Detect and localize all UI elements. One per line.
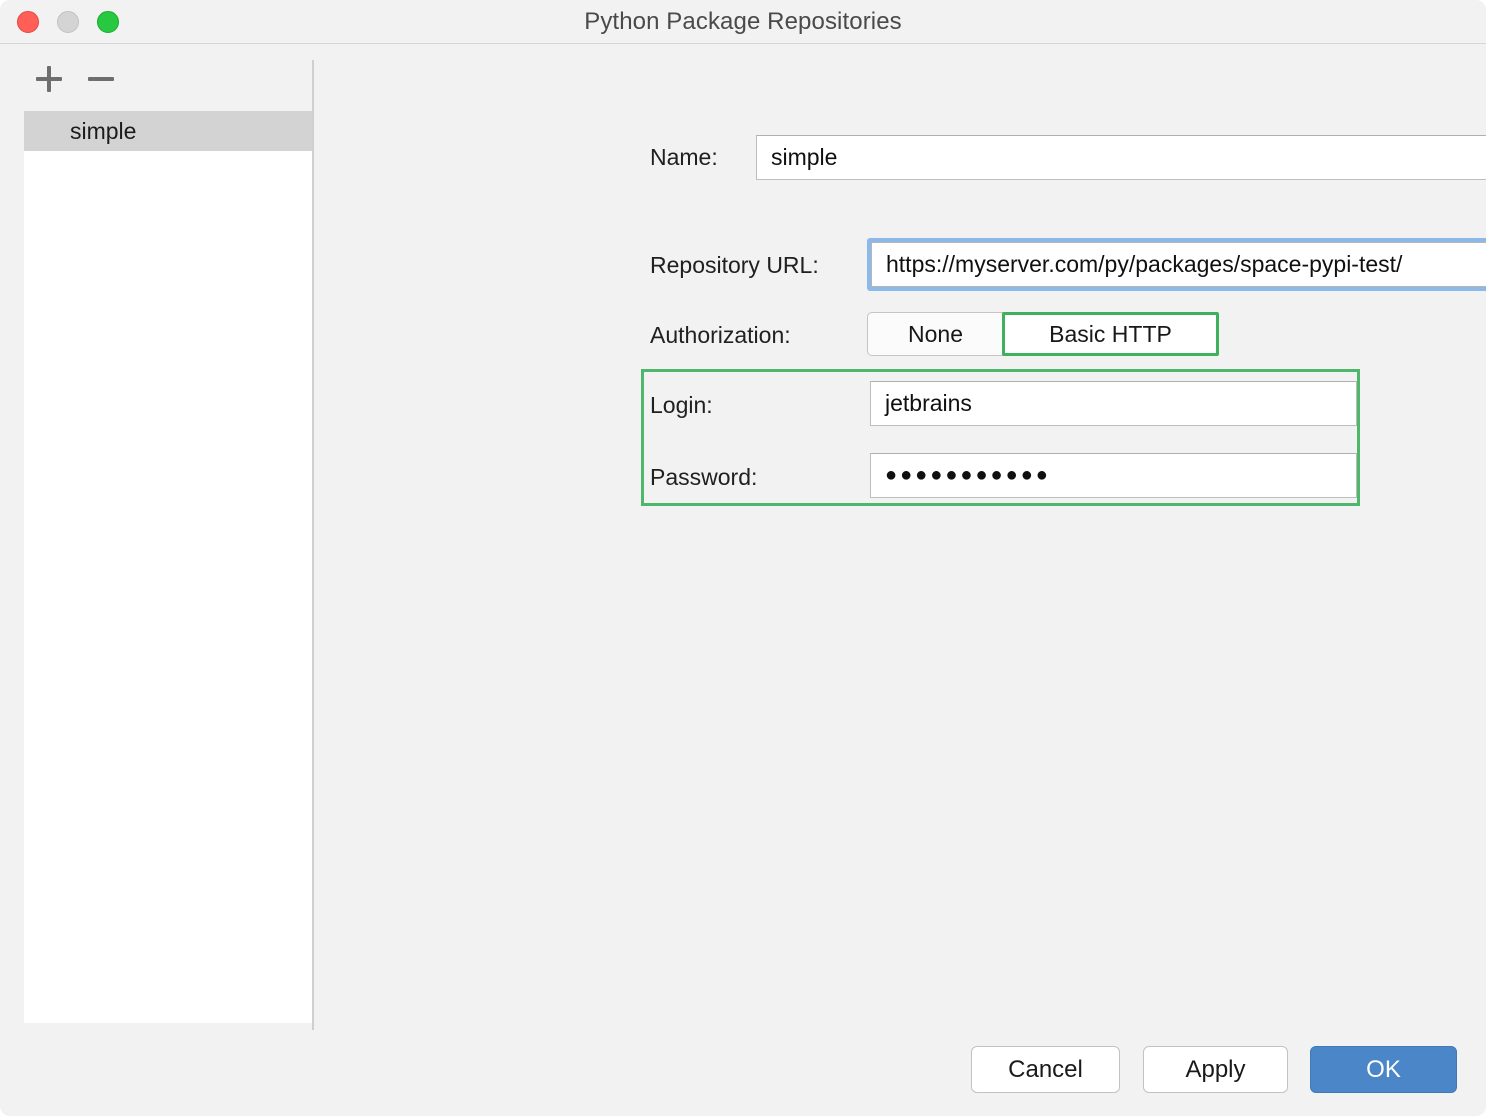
ok-button[interactable]: OK xyxy=(1310,1046,1457,1093)
login-label: Login: xyxy=(650,392,713,419)
authorization-option-basic-http[interactable]: Basic HTTP xyxy=(1002,312,1219,356)
cancel-button[interactable]: Cancel xyxy=(971,1046,1120,1093)
dialog-window: Python Package Repositories simple Name:… xyxy=(0,0,1486,1116)
window-title: Python Package Repositories xyxy=(0,0,1486,43)
name-label: Name: xyxy=(650,144,718,171)
plus-icon-vertical xyxy=(47,66,51,92)
repository-url-input[interactable]: https://myserver.com/py/packages/space-p… xyxy=(871,242,1486,287)
password-label: Password: xyxy=(650,464,757,491)
list-toolbar xyxy=(0,44,313,114)
authorization-label: Authorization: xyxy=(650,322,791,349)
minus-icon xyxy=(88,77,114,81)
login-input[interactable]: jetbrains xyxy=(870,381,1357,426)
title-bar: Python Package Repositories xyxy=(0,0,1486,44)
name-input[interactable]: simple xyxy=(756,135,1486,180)
authorization-segmented-control: None Basic HTTP xyxy=(867,312,1219,356)
password-input[interactable]: ●●●●●●●●●●● xyxy=(870,453,1357,498)
authorization-option-none[interactable]: None xyxy=(867,312,1004,356)
add-repository-button[interactable] xyxy=(29,58,69,98)
repository-form: Name: simple Repository URL: https://mys… xyxy=(314,44,1486,1034)
apply-button[interactable]: Apply xyxy=(1143,1046,1288,1093)
remove-repository-button[interactable] xyxy=(81,58,121,98)
list-item[interactable]: simple xyxy=(24,111,312,151)
repository-list[interactable]: simple xyxy=(24,111,312,1023)
repository-url-label: Repository URL: xyxy=(650,252,819,279)
repository-list-panel: simple xyxy=(0,44,313,1044)
